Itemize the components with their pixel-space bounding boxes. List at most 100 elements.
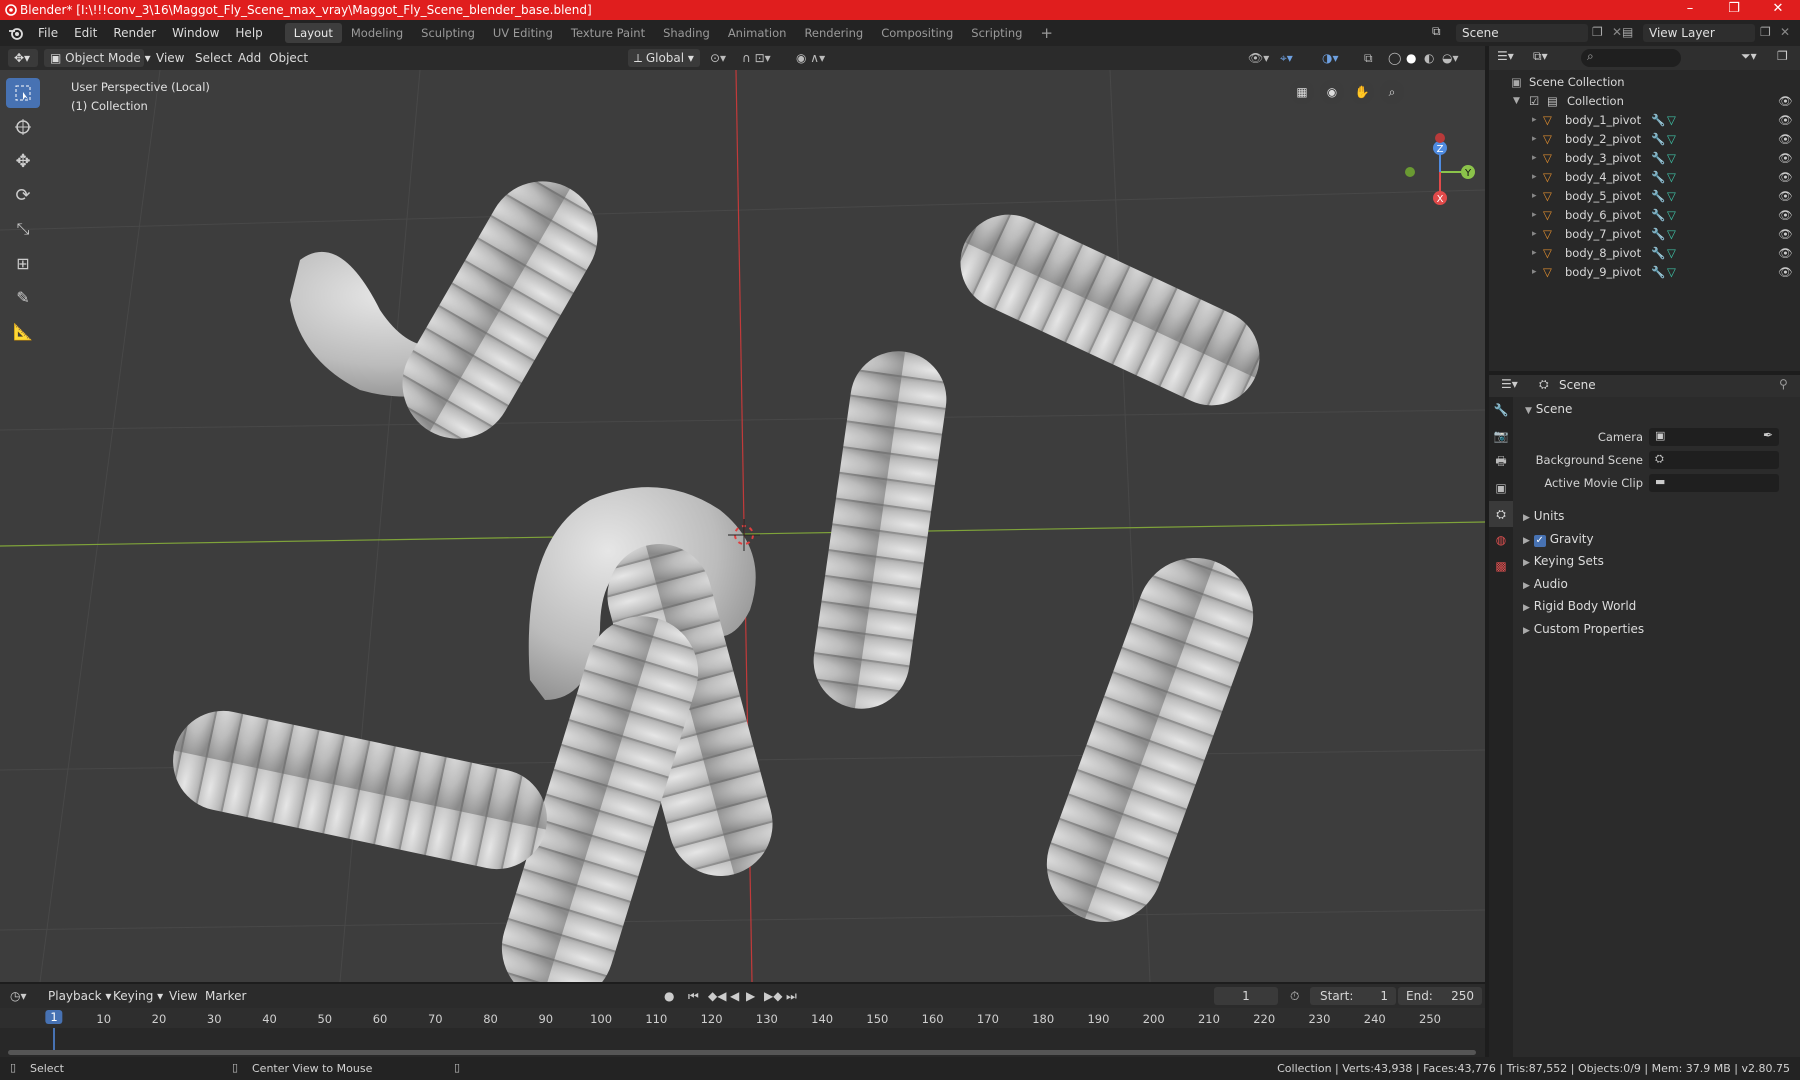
tab-animation[interactable]: Animation: [719, 23, 796, 43]
proportional-edit-icon[interactable]: ◉ ∧▾: [796, 49, 825, 67]
keying-menu[interactable]: Keying ▾: [113, 987, 163, 1005]
scene-new-icon[interactable]: ❐: [1592, 25, 1603, 39]
filter-icon[interactable]: ⏷▾: [1741, 49, 1757, 64]
expand-arrow-icon[interactable]: ▸: [1532, 130, 1537, 149]
background-scene-field[interactable]: ⛭: [1649, 451, 1779, 469]
select-box-tool[interactable]: [6, 78, 40, 108]
rotate-tool[interactable]: ⟳: [6, 180, 40, 210]
eye-icon[interactable]: 👁: [1778, 206, 1793, 225]
zoom-button[interactable]: ⌕: [1380, 80, 1404, 104]
outliner-object-row[interactable]: ▸ ▽ body_7_pivot 🔧 ▽ 👁: [1489, 225, 1800, 244]
expand-arrow-icon[interactable]: ▸: [1532, 244, 1537, 263]
display-mode-icon[interactable]: ⧉▾: [1533, 49, 1548, 64]
expand-arrow-icon[interactable]: ▸: [1532, 263, 1537, 282]
new-collection-icon[interactable]: ❐: [1777, 49, 1788, 63]
properties-section[interactable]: ▶ Rigid Body World: [1523, 596, 1636, 616]
toggle-ortho-button[interactable]: ▦: [1290, 80, 1314, 104]
expand-arrow-icon[interactable]: ▸: [1532, 111, 1537, 130]
timeline-scrollbar[interactable]: [8, 1050, 1476, 1055]
tab-uv-editing[interactable]: UV Editing: [484, 23, 562, 43]
pin-icon[interactable]: ⚲: [1779, 377, 1788, 391]
properties-section[interactable]: ▶ Audio: [1523, 574, 1568, 594]
overlay-toggle-icon[interactable]: ◑▾: [1322, 49, 1339, 67]
measure-tool[interactable]: 📐: [6, 316, 40, 346]
mode-dropdown[interactable]: ▣ Object Mode ▾: [44, 49, 151, 67]
timeline[interactable]: 1 10 20 30 40 50 60 70 80 90 100 110 120 130 140 150 160…: [0, 1008, 1485, 1057]
maximize-button[interactable]: ❐: [1712, 0, 1756, 20]
outliner-object-row[interactable]: ▸ ▽ body_9_pivot 🔧 ▽ 👁: [1489, 263, 1800, 282]
annotate-tool[interactable]: ✎: [6, 282, 40, 312]
outliner-search-input[interactable]: ⌕: [1581, 49, 1681, 67]
eye-icon[interactable]: 👁: [1778, 187, 1793, 206]
tab-texture-paint[interactable]: Texture Paint: [562, 23, 654, 43]
scene-remove-icon[interactable]: ✕: [1612, 25, 1622, 39]
pivot-icon[interactable]: ⊙▾: [710, 49, 726, 67]
outliner-object-row[interactable]: ▸ ▽ body_4_pivot 🔧 ▽ 👁: [1489, 168, 1800, 187]
scene-selector-icon[interactable]: ⧉: [1432, 24, 1452, 42]
scene-tab[interactable]: ⛭: [1489, 501, 1513, 527]
outliner-editor-icon[interactable]: ☰▾: [1497, 49, 1514, 63]
solid-shading-icon[interactable]: ●: [1406, 49, 1416, 67]
tab-layout[interactable]: Layout: [284, 23, 342, 43]
view-layer-remove-icon[interactable]: ✕: [1780, 25, 1790, 39]
outliner-object-row[interactable]: ▸ ▽ body_3_pivot 🔧 ▽ 👁: [1489, 149, 1800, 168]
timeline-menu-view[interactable]: View: [169, 987, 197, 1005]
tab-scripting[interactable]: Scripting: [962, 23, 1031, 43]
menu-edit[interactable]: Edit: [66, 26, 105, 40]
pan-button[interactable]: ✋: [1350, 80, 1374, 104]
blender-menu-icon[interactable]: [8, 25, 24, 41]
jump-end-button[interactable]: ⏭: [786, 987, 797, 1005]
3d-viewport[interactable]: Y Z X: [0, 70, 1485, 982]
eye-icon[interactable]: 👁: [1778, 244, 1793, 263]
move-tool[interactable]: ✥: [6, 146, 40, 176]
properties-section[interactable]: ▶ Custom Properties: [1523, 619, 1644, 639]
frame-ruler[interactable]: 1 10 20 30 40 50 60 70 80 90 100 110 120 130 140 150 160…: [0, 1008, 1485, 1028]
outliner-object-row[interactable]: ▸ ▽ body_1_pivot 🔧 ▽ 👁: [1489, 111, 1800, 130]
properties-section[interactable]: ▶ ✓ Gravity: [1523, 529, 1594, 549]
minimize-button[interactable]: –: [1668, 0, 1712, 20]
scene-panel-header[interactable]: ▼ Scene: [1525, 399, 1572, 419]
properties-section[interactable]: ▶ Keying Sets: [1523, 551, 1604, 571]
eye-icon[interactable]: 👁: [1778, 225, 1793, 244]
properties-editor-icon[interactable]: ☰▾: [1501, 377, 1518, 391]
tab-modeling[interactable]: Modeling: [342, 23, 412, 43]
scale-tool[interactable]: ⤡: [6, 214, 40, 244]
editor-type-icon[interactable]: ✥▾: [8, 49, 38, 67]
play-button[interactable]: ▶: [746, 987, 755, 1005]
jump-start-button[interactable]: ⏮: [688, 987, 699, 1005]
movie-clip-field[interactable]: ▬: [1649, 474, 1779, 492]
cursor-tool[interactable]: [6, 112, 40, 142]
eye-icon[interactable]: 👁: [1778, 92, 1793, 111]
eye-icon[interactable]: 👁: [1778, 149, 1793, 168]
eye-icon[interactable]: 👁: [1778, 168, 1793, 187]
properties-section[interactable]: ▶ Units: [1523, 506, 1564, 526]
next-keyframe-button[interactable]: ▶◆: [764, 987, 782, 1005]
collapse-arrow-icon[interactable]: ▼: [1513, 92, 1520, 111]
orientation-dropdown[interactable]: ⟂ Global ▾: [628, 49, 700, 67]
end-frame-field[interactable]: End: 250: [1398, 987, 1482, 1005]
playback-menu[interactable]: Playback ▾: [48, 987, 111, 1005]
timeline-editor-icon[interactable]: ◷▾: [10, 987, 27, 1005]
eye-icon[interactable]: 👁: [1778, 130, 1793, 149]
checkbox-icon[interactable]: ☑: [1529, 92, 1539, 111]
output-tab[interactable]: 🖶: [1489, 449, 1513, 475]
viewport-menu-select[interactable]: Select: [195, 49, 232, 67]
eyedropper-icon[interactable]: ✒: [1763, 428, 1773, 442]
visibility-icon[interactable]: 👁▾: [1248, 49, 1269, 67]
current-frame-field[interactable]: 1: [1214, 987, 1278, 1005]
play-reverse-button[interactable]: ◀: [730, 987, 739, 1005]
add-workspace-icon[interactable]: +: [1031, 23, 1062, 43]
camera-view-button[interactable]: ◉: [1320, 80, 1344, 104]
viewport-menu-view[interactable]: View: [156, 49, 184, 67]
viewport-menu-object[interactable]: Object: [269, 49, 308, 67]
tab-sculpting[interactable]: Sculpting: [412, 23, 484, 43]
expand-arrow-icon[interactable]: ▸: [1532, 187, 1537, 206]
snap-icon[interactable]: ∩ ⊡▾: [742, 49, 771, 67]
texture-tab[interactable]: ▩: [1489, 553, 1513, 579]
outliner-object-row[interactable]: ▸ ▽ body_8_pivot 🔧 ▽ 👁: [1489, 244, 1800, 263]
scene-field[interactable]: Scene: [1456, 24, 1588, 42]
view-layer-field[interactable]: View Layer: [1643, 24, 1755, 42]
prev-keyframe-button[interactable]: ◆◀: [708, 987, 726, 1005]
menu-file[interactable]: File: [30, 26, 66, 40]
outliner-object-row[interactable]: ▸ ▽ body_6_pivot 🔧 ▽ 👁: [1489, 206, 1800, 225]
